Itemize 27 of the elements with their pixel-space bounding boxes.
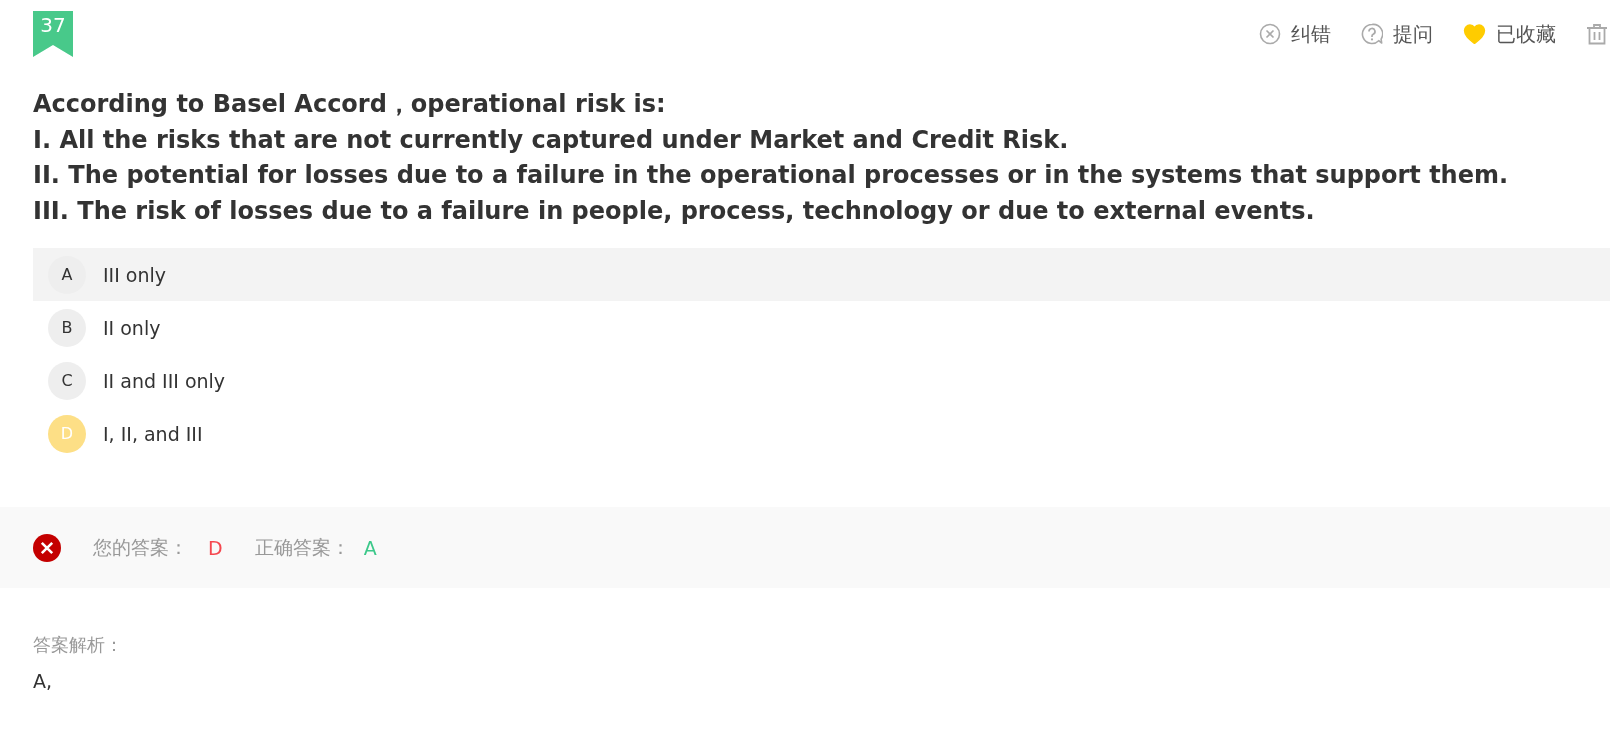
your-answer-label: 您的答案：	[93, 534, 188, 560]
analysis-label: 答案解析：	[33, 633, 123, 657]
your-answer-value: D	[208, 536, 223, 559]
question-stem: According to Basel Accord，operational risk is:	[33, 89, 666, 120]
option-text: I, II, and III	[103, 421, 203, 447]
option-letter: A	[48, 255, 86, 294]
correct-answer-value: A	[363, 536, 377, 559]
statement-text: III. The risk of losses due to a failure in people, process, technology or due to external events.	[33, 195, 1315, 227]
question-bubble-icon	[1361, 23, 1383, 45]
cross-circle-icon	[1259, 23, 1281, 45]
option-text: II and III only	[103, 368, 226, 394]
favorite-link[interactable]: 已收藏	[1463, 22, 1556, 46]
trash-icon	[1586, 23, 1608, 45]
answer-option[interactable]: A III only	[33, 248, 1610, 301]
ask-question-link[interactable]: 提问	[1361, 22, 1433, 46]
statement-text: II. The potential for losses due to a failure in the operational processes or in the systems that support them.	[33, 160, 1509, 191]
analysis-text: A,	[33, 669, 53, 694]
option-text: II only	[103, 315, 161, 341]
option-letter: D	[48, 414, 86, 453]
correct-answer-label: 正确答案：	[254, 534, 350, 560]
option-letter: B	[48, 308, 86, 347]
option-text: III only	[103, 262, 167, 288]
statement-text: I. All the risks that are not currently captured under Market and Credit Risk.	[33, 124, 1069, 156]
option-letter: C	[48, 361, 86, 400]
delete-button[interactable]	[1586, 23, 1608, 45]
report-error-link[interactable]: 纠错	[1259, 22, 1331, 46]
question-number-badge: 37	[33, 11, 73, 57]
